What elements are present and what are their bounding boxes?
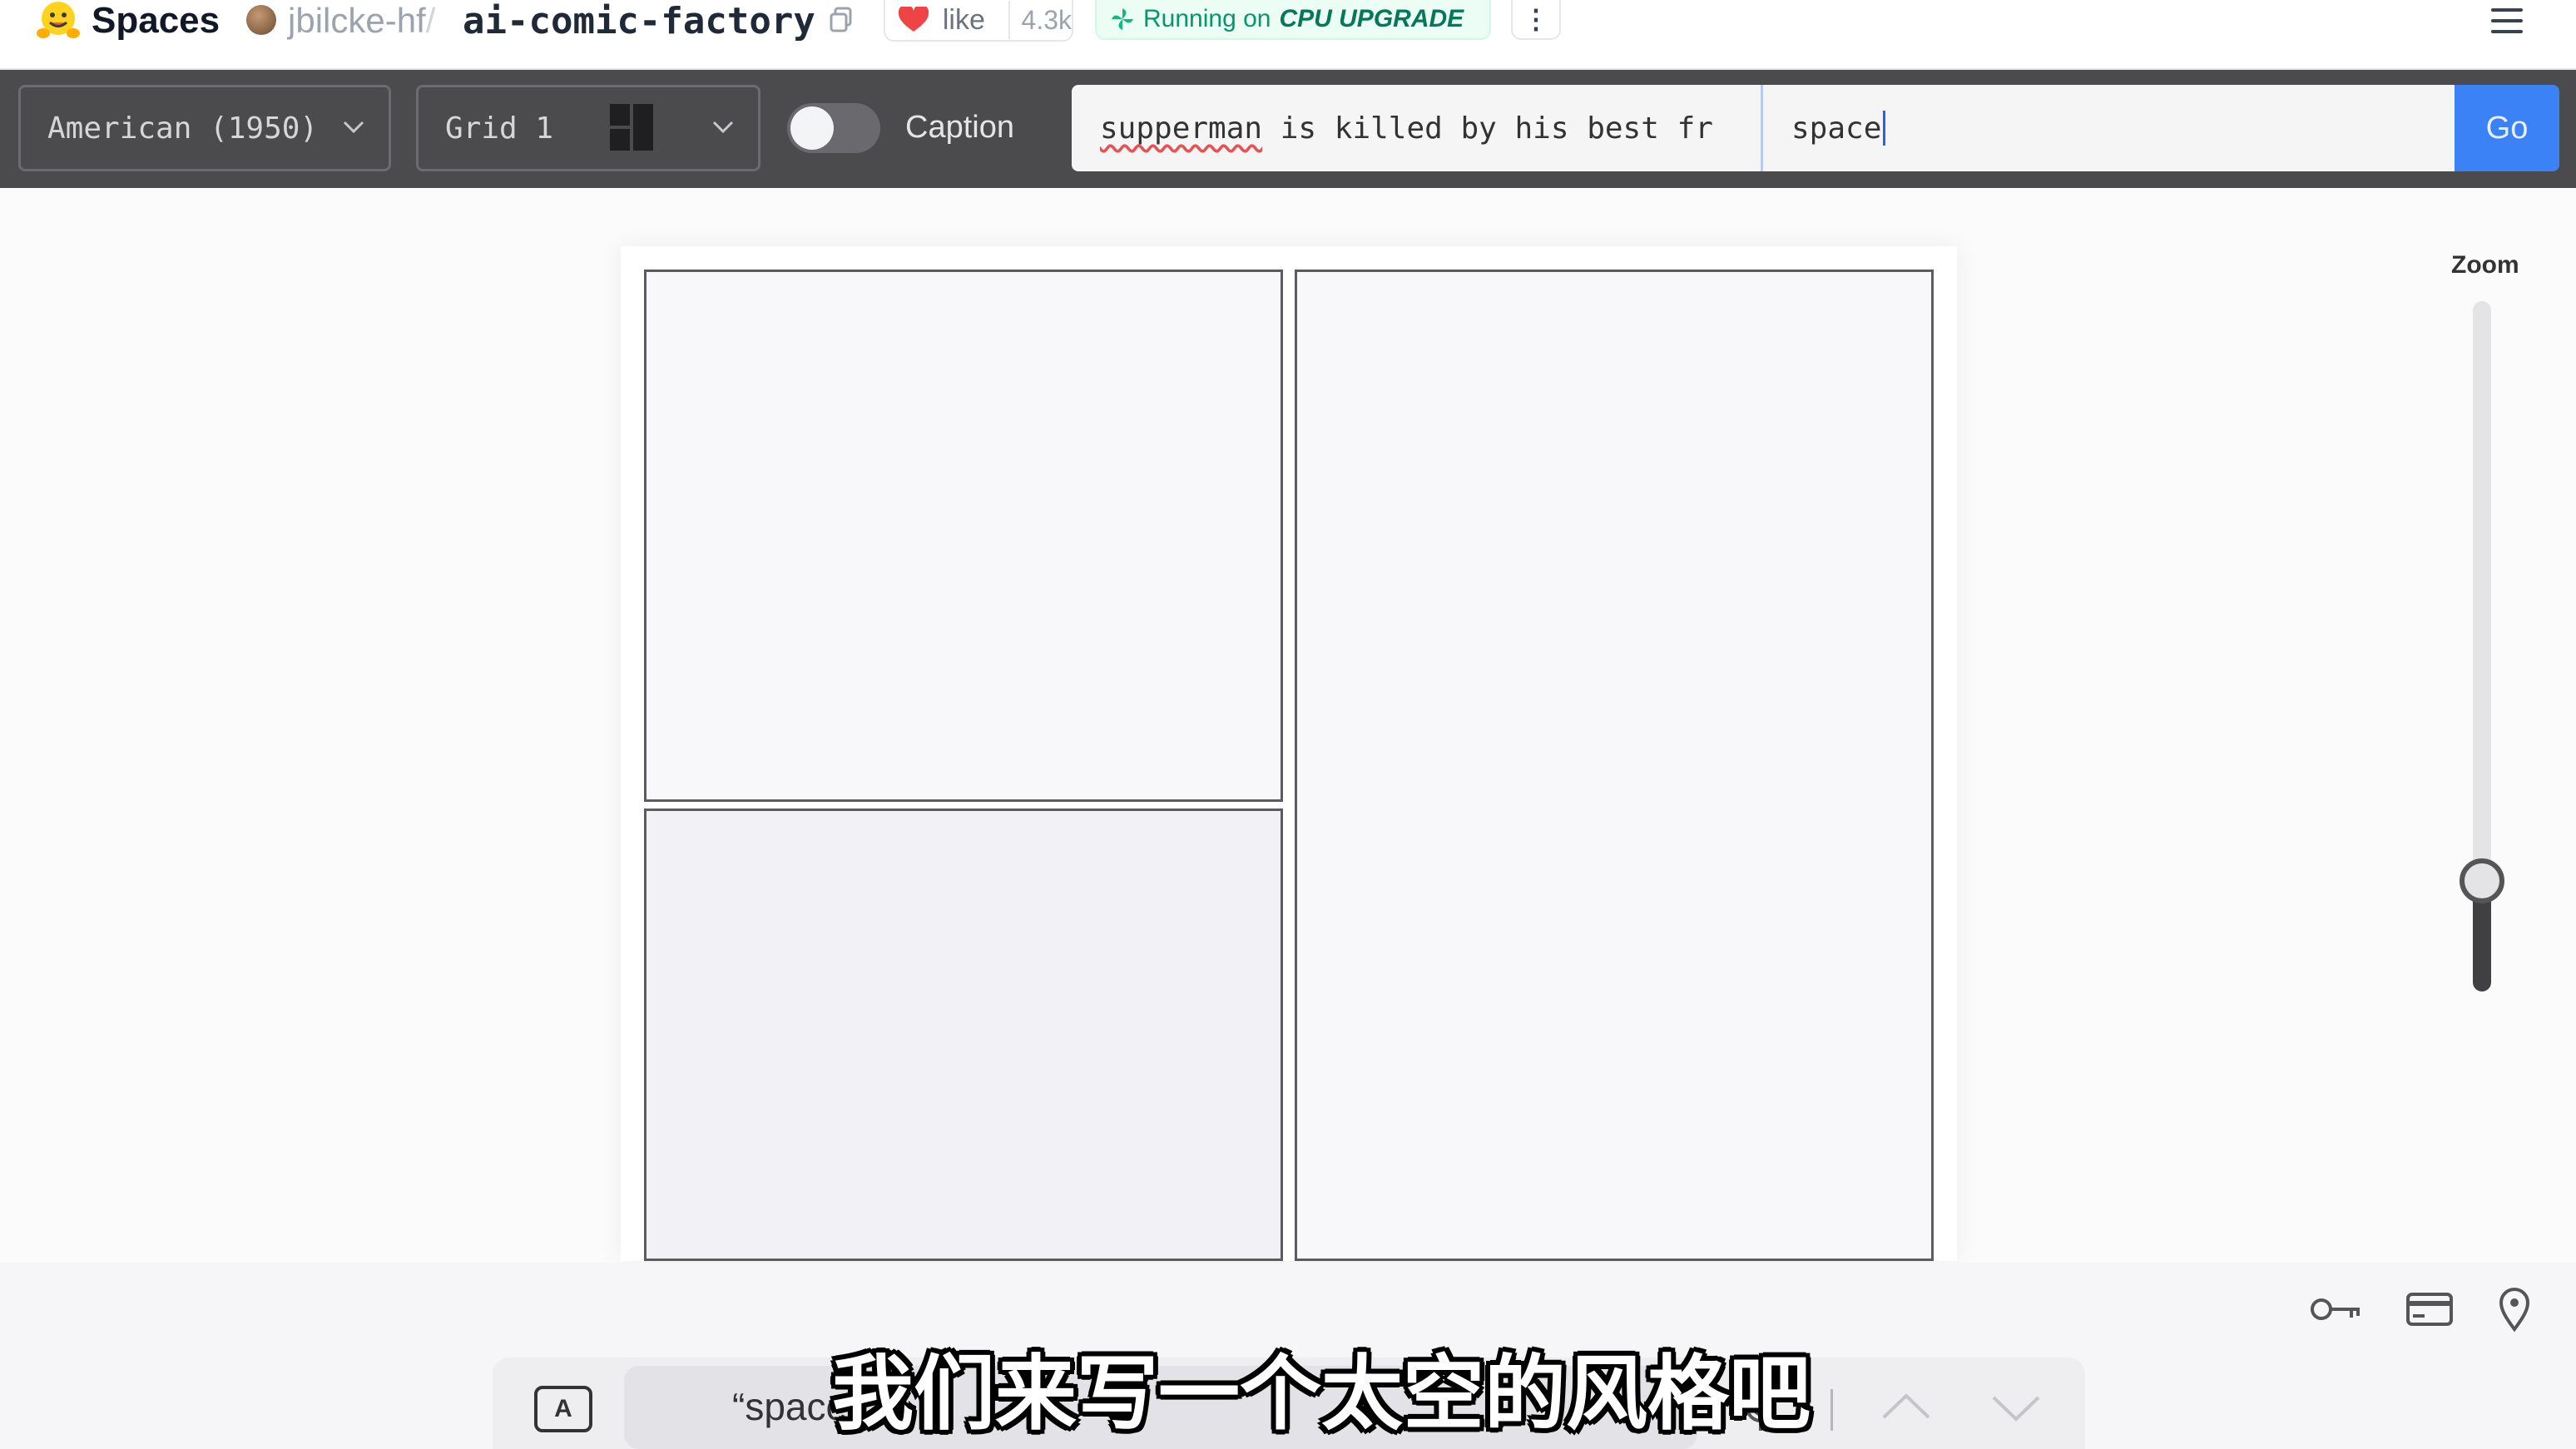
- key-icon[interactable]: [2308, 1286, 2363, 1333]
- keyboard-divider: [1830, 1389, 1833, 1431]
- chevron-down-icon: [343, 121, 364, 134]
- hugging-face-logo-icon[interactable]: [35, 0, 82, 42]
- space-status-badge[interactable]: Running on CPU UPGRADE: [1095, 0, 1491, 40]
- layout-select[interactable]: Grid 1: [416, 85, 760, 171]
- comic-panel-3[interactable]: [644, 809, 1283, 1261]
- comic-panel-2[interactable]: [1295, 270, 1934, 1261]
- style-prompt-input[interactable]: space: [1761, 85, 2455, 171]
- layout-value: Grid 1: [445, 111, 554, 146]
- spaces-link[interactable]: Spaces: [92, 0, 220, 42]
- comic-panel-1[interactable]: [644, 270, 1283, 802]
- caption-toggle[interactable]: [787, 103, 880, 153]
- chevron-down-icon: [712, 121, 734, 134]
- zoom-slider-handle[interactable]: [2460, 858, 2504, 903]
- status-prefix: Running on: [1143, 5, 1271, 32]
- prompt-misspelled-word: supperman: [1100, 111, 1263, 146]
- style-prompt-value: space: [1791, 111, 1882, 146]
- go-button[interactable]: Go: [2455, 85, 2559, 171]
- suggestion-text: “space: [732, 1385, 848, 1428]
- more-options-button[interactable]: ⋮: [1511, 0, 1561, 40]
- chevron-up-icon[interactable]: [1877, 1387, 1935, 1424]
- prompt-text: is killed by his best fr: [1262, 111, 1713, 146]
- comic-toolbar: American (1950) Grid 1 Caption supperman…: [0, 70, 2576, 188]
- repo-name-link[interactable]: ai-comic-factory: [463, 0, 815, 42]
- owner-link[interactable]: jbilcke-hf: [288, 1, 426, 41]
- caption-label: Caption: [905, 110, 1014, 145]
- style-preset-value: American (1950): [47, 111, 319, 146]
- owner-path: jbilcke-hf /: [288, 0, 435, 42]
- zoom-label: Zoom: [2451, 251, 2519, 279]
- text-caret: [1883, 111, 1886, 146]
- keyboard-a-key[interactable]: A: [534, 1386, 592, 1432]
- heart-icon: [885, 7, 943, 33]
- grid-layout-icon: [610, 104, 653, 151]
- comic-page: [621, 246, 1957, 1261]
- path-separator: /: [425, 1, 436, 40]
- credit-card-icon[interactable]: [2405, 1286, 2460, 1333]
- video-subtitle: 我们来写一个太空的风格吧: [832, 1347, 1811, 1442]
- like-button[interactable]: like 4.3k: [884, 0, 1073, 42]
- hf-top-bar: Spaces jbilcke-hf / ai-comic-factory like…: [0, 0, 2576, 70]
- toggle-knob: [790, 106, 834, 150]
- copy-icon[interactable]: [829, 7, 854, 33]
- location-pin-icon[interactable]: [2496, 1286, 2533, 1333]
- story-prompt-input[interactable]: supperman is killed by his best fr: [1072, 85, 1761, 171]
- like-label: like: [942, 3, 985, 36]
- like-count[interactable]: 4.3k: [1010, 5, 1072, 36]
- pinwheel-icon: [1112, 8, 1133, 30]
- chevron-down-icon[interactable]: [1987, 1391, 2045, 1427]
- status-hardware: CPU UPGRADE: [1279, 5, 1464, 32]
- style-preset-select[interactable]: American (1950): [18, 85, 391, 171]
- owner-avatar: [246, 5, 276, 35]
- hamburger-menu-icon[interactable]: [2488, 7, 2526, 35]
